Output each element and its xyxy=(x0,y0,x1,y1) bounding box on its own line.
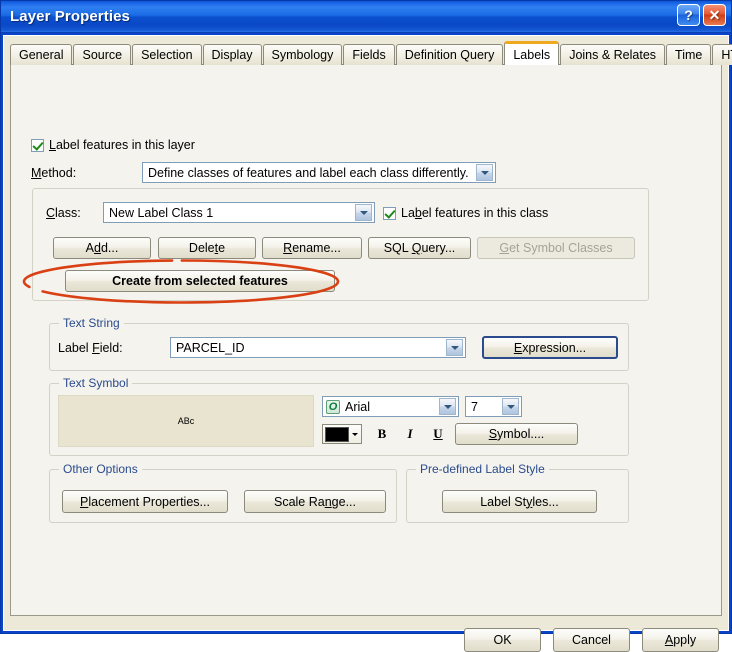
delete-class-button[interactable]: Delete xyxy=(158,237,256,259)
window-title: Layer Properties xyxy=(10,8,130,25)
scale-range-button[interactable]: Scale Range... xyxy=(244,490,386,513)
help-icon[interactable]: ? xyxy=(677,4,700,26)
label-styles-button[interactable]: Label Styles... xyxy=(442,490,597,513)
label-field-label: Label Field: xyxy=(58,341,123,355)
cancel-button[interactable]: Cancel xyxy=(553,628,630,652)
sql-query-button[interactable]: SQL Query... xyxy=(368,237,471,259)
text-symbol-preview: ABc xyxy=(58,395,314,447)
class-value: New Label Class 1 xyxy=(109,205,214,220)
text-symbol-group: Text Symbol ABc O Arial 7 B I U Symbol..… xyxy=(49,376,629,456)
label-features-in-layer-label: Label features in this layer xyxy=(49,138,195,152)
font-family-value: Arial xyxy=(345,399,371,414)
label-styles-label: Label Styles... xyxy=(480,494,559,509)
symbol-label: Symbol.... xyxy=(488,427,545,441)
label-features-in-layer-checkbox[interactable]: Label features in this layer xyxy=(31,138,195,152)
tab-html-popup[interactable]: HTML Popup xyxy=(712,44,732,65)
symbol-button[interactable]: Symbol.... xyxy=(455,423,578,445)
other-options-group-title: Other Options xyxy=(59,462,142,476)
tab-labels[interactable]: Labels xyxy=(504,41,560,65)
tab-selection[interactable]: Selection xyxy=(132,44,202,65)
method-dropdown[interactable]: Define classes of features and label eac… xyxy=(142,162,496,183)
tab-fields[interactable]: Fields xyxy=(343,44,395,65)
create-from-selected-features-button[interactable]: Create from selected features xyxy=(65,270,335,292)
label-field-dropdown[interactable]: PARCEL_ID xyxy=(170,337,466,358)
underline-button[interactable]: U xyxy=(428,424,448,444)
chevron-down-icon[interactable] xyxy=(355,204,372,221)
delete-class-label: Delete xyxy=(188,241,226,255)
placement-properties-label: Placement Properties... xyxy=(80,494,210,509)
scale-range-label: Scale Range... xyxy=(273,494,356,509)
color-swatch xyxy=(325,426,349,442)
labels-tab-panel: Label features in this layer Method: Def… xyxy=(10,64,722,616)
tab-general[interactable]: General xyxy=(10,44,73,65)
italic-button[interactable]: I xyxy=(400,424,420,444)
label-features-in-class-label: Label features in this class xyxy=(401,206,549,220)
label-features-in-class-checkbox[interactable]: Label features in this class xyxy=(383,206,548,220)
get-symbol-classes-button: Get Symbol Classes xyxy=(477,237,635,259)
chevron-down-icon[interactable] xyxy=(349,433,361,436)
chevron-down-icon[interactable] xyxy=(446,339,463,356)
class-label: Class: xyxy=(46,206,81,220)
window-controls: ? ✕ xyxy=(677,4,726,26)
opentype-font-icon: O xyxy=(326,399,340,414)
close-icon[interactable]: ✕ xyxy=(703,4,726,26)
expression-label: Expression... xyxy=(513,340,587,355)
tab-strip: General Source Selection Display Symbolo… xyxy=(10,41,732,65)
checkbox-box[interactable] xyxy=(383,206,396,220)
title-bar: Layer Properties ? ✕ xyxy=(1,1,731,33)
tab-display[interactable]: Display xyxy=(202,44,262,65)
layer-properties-dialog: Layer Properties ? ✕ General Source Sele… xyxy=(0,0,732,652)
text-string-group: Text String Label Field: PARCEL_ID Expre… xyxy=(49,316,629,371)
tab-time[interactable]: Time xyxy=(666,44,712,65)
font-size-dropdown[interactable]: 7 xyxy=(465,396,522,417)
dialog-client-area: General Source Selection Display Symbolo… xyxy=(3,35,732,652)
rename-class-label: Rename... xyxy=(283,241,341,255)
predefined-label-style-group-title: Pre-defined Label Style xyxy=(416,462,549,476)
label-field-value: PARCEL_ID xyxy=(176,340,245,355)
bold-button[interactable]: B xyxy=(372,424,392,444)
tab-definition-query[interactable]: Definition Query xyxy=(395,44,504,65)
class-group: Class: New Label Class 1 Label features … xyxy=(32,188,649,301)
get-symbol-classes-label: Get Symbol Classes xyxy=(499,241,613,255)
ok-button[interactable]: OK xyxy=(464,628,541,652)
predefined-label-style-group: Pre-defined Label Style Label Styles... xyxy=(406,462,629,523)
text-color-picker[interactable] xyxy=(322,424,362,444)
text-symbol-group-title: Text Symbol xyxy=(59,376,133,390)
chevron-down-icon[interactable] xyxy=(476,164,493,181)
add-class-label: Add... xyxy=(85,241,119,255)
expression-button[interactable]: Expression... xyxy=(482,336,618,359)
class-dropdown[interactable]: New Label Class 1 xyxy=(103,202,375,223)
placement-properties-button[interactable]: Placement Properties... xyxy=(62,490,228,513)
method-label: Method: xyxy=(31,166,77,180)
font-family-dropdown[interactable]: O Arial xyxy=(322,396,459,417)
checkbox-box[interactable] xyxy=(31,138,44,152)
font-size-value: 7 xyxy=(471,399,478,414)
chevron-down-icon[interactable] xyxy=(439,398,456,415)
apply-button[interactable]: Apply xyxy=(642,628,719,652)
tab-source[interactable]: Source xyxy=(73,44,132,65)
apply-label: Apply xyxy=(664,633,697,647)
preview-sample-text: ABc xyxy=(177,416,195,426)
text-string-group-title: Text String xyxy=(59,316,124,330)
chevron-down-icon[interactable] xyxy=(502,398,519,415)
add-class-button[interactable]: Add... xyxy=(53,237,151,259)
tab-symbology[interactable]: Symbology xyxy=(262,44,343,65)
tab-joins-relates[interactable]: Joins & Relates xyxy=(560,44,666,65)
sql-query-label: SQL Query... xyxy=(383,241,456,255)
method-value: Define classes of features and label eac… xyxy=(148,165,469,180)
other-options-group: Other Options Placement Properties... Sc… xyxy=(49,462,397,523)
rename-class-button[interactable]: Rename... xyxy=(262,237,362,259)
